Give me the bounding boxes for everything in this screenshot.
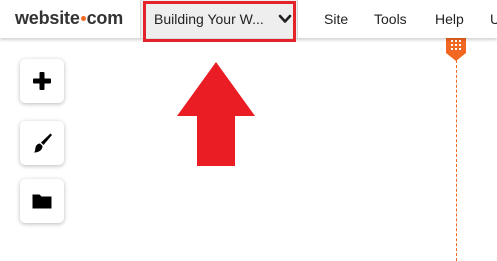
- folder-button[interactable]: [20, 179, 64, 223]
- logo-dot: [80, 15, 86, 21]
- menu-user[interactable]: U: [490, 10, 497, 28]
- plus-icon: [33, 72, 51, 90]
- top-bar: website com Building Your W... Site Tools…: [0, 0, 497, 38]
- menu-help[interactable]: Help: [435, 10, 464, 28]
- paintbrush-icon: [34, 133, 52, 153]
- logo-text-main: website: [15, 8, 80, 28]
- up-arrow-icon: [177, 62, 255, 166]
- editor-page: website com Building Your W... Site Tools…: [0, 0, 497, 261]
- grid-handle-icon[interactable]: [446, 36, 466, 62]
- add-button[interactable]: [20, 59, 64, 103]
- folder-icon: [32, 194, 52, 209]
- menu-site[interactable]: Site: [324, 10, 348, 28]
- page-selector-value: Building Your W...: [154, 11, 264, 27]
- menu-tools[interactable]: Tools: [374, 10, 407, 28]
- page-selector-dropdown[interactable]: Building Your W...: [140, 0, 298, 38]
- design-button[interactable]: [20, 121, 64, 165]
- chevron-down-icon: [278, 14, 292, 23]
- logo-text-tld: com: [86, 8, 124, 28]
- guide-line: [456, 60, 457, 261]
- website-logo[interactable]: website com: [15, 6, 123, 30]
